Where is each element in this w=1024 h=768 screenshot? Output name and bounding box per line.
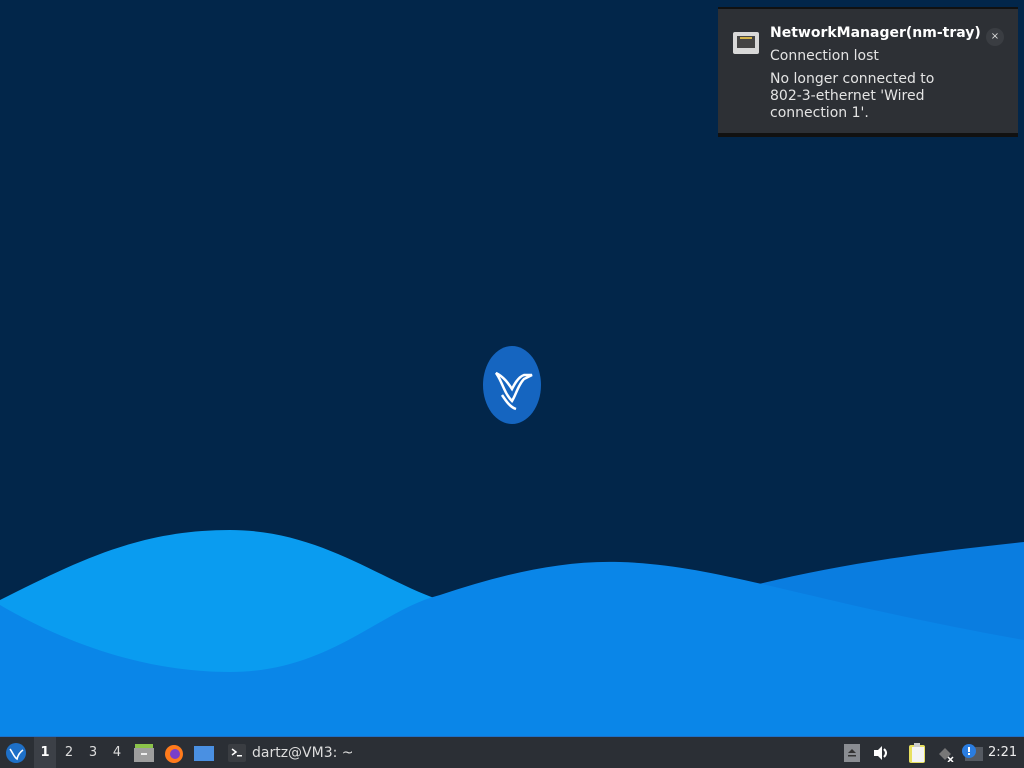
ethernet-port-icon	[733, 32, 759, 54]
hummingbird-menu-icon	[6, 742, 26, 763]
volume-icon	[874, 745, 887, 760]
firefox-icon	[165, 744, 183, 763]
task-label: dartz@VM3: ~	[252, 744, 354, 761]
clipboard-button[interactable]	[905, 737, 929, 768]
file-manager-launcher[interactable]	[132, 737, 156, 768]
desktop-icon	[194, 745, 214, 761]
firefox-launcher[interactable]	[162, 737, 186, 768]
notification-summary: Connection lost	[770, 48, 879, 64]
close-button[interactable]: ×	[986, 28, 1004, 46]
network-button[interactable]	[935, 737, 957, 768]
distro-logo	[483, 346, 541, 424]
clipboard-icon	[909, 742, 925, 763]
file-manager-icon	[134, 743, 154, 762]
workspace-4[interactable]: 4	[106, 737, 128, 768]
terminal-icon	[228, 743, 246, 762]
task-terminal[interactable]: dartz@VM3: ~	[224, 737, 358, 768]
volume-button[interactable]	[870, 737, 892, 768]
show-desktop-button[interactable]	[192, 737, 216, 768]
notification-body: No longer connected to 802-3-ethernet 'W…	[770, 71, 935, 121]
workspace-2[interactable]: 2	[58, 737, 80, 768]
notification-popup[interactable]: NetworkManager(nm-tray) Connection lost …	[718, 7, 1018, 137]
workspace-1[interactable]: 1	[34, 737, 56, 768]
taskbar: 1 2 3 4 dartz@VM3: ~ 2:21	[0, 736, 1024, 768]
eject-icon	[844, 743, 860, 762]
eject-button[interactable]	[842, 737, 862, 768]
app-menu-button[interactable]	[3, 737, 29, 768]
notification-icon	[962, 743, 983, 761]
notification-title: NetworkManager(nm-tray)	[770, 25, 981, 41]
clock[interactable]: 2:21	[988, 745, 1017, 760]
network-disconnected-icon	[939, 747, 954, 762]
workspace-3[interactable]: 3	[82, 737, 104, 768]
notifications-button[interactable]	[960, 737, 984, 768]
